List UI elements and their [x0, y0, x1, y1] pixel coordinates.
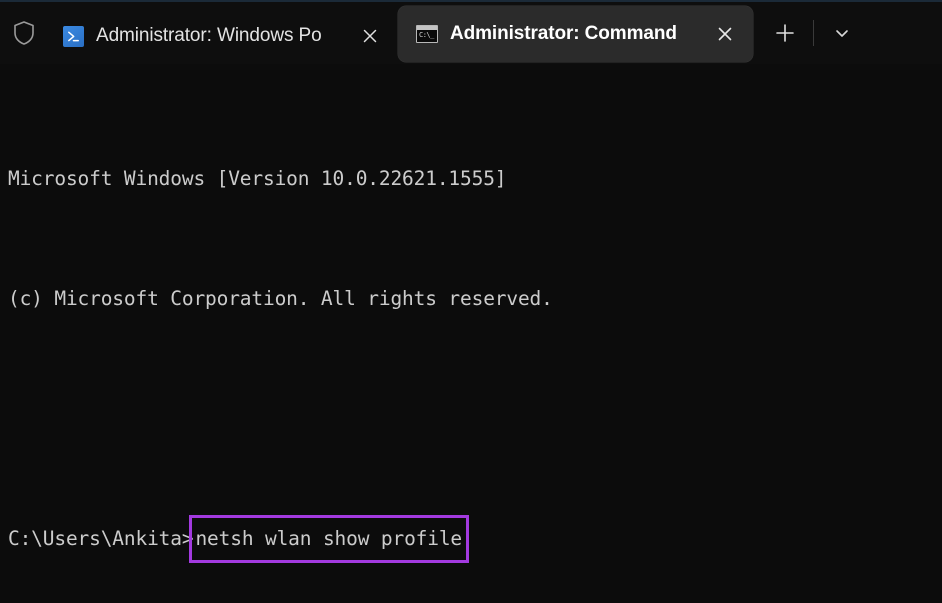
tab-close-button[interactable] — [707, 16, 743, 52]
terminal-window: Administrator: Windows Po C:\_ Administr… — [0, 0, 942, 603]
terminal-prompt-line: C:\Users\Ankita> netsh wlan show profile — [8, 515, 942, 563]
tab-bar-actions — [763, 2, 864, 64]
tab-administrator-windows-powershell[interactable]: Administrator: Windows Po — [48, 8, 398, 64]
highlighted-command: netsh wlan show profile — [189, 515, 470, 563]
tab-administrator-command-prompt[interactable]: C:\_ Administrator: Command — [398, 6, 753, 62]
tab-bar: Administrator: Windows Po C:\_ Administr… — [0, 2, 942, 64]
terminal-line-version: Microsoft Windows [Version 10.0.22621.15… — [8, 167, 507, 190]
tab-title: Administrator: Windows Po — [96, 25, 322, 46]
command-prompt-icon: C:\_ — [416, 23, 438, 45]
tab-title: Administrator: Command — [450, 23, 677, 44]
admin-shield-icon — [0, 2, 48, 64]
plus-icon — [776, 24, 794, 42]
prompt-path: C:\Users\Ankita> — [8, 527, 194, 550]
chevron-down-icon — [836, 30, 848, 37]
action-divider — [813, 20, 814, 46]
tab-dropdown-button[interactable] — [820, 11, 864, 55]
tab-close-button[interactable] — [352, 18, 388, 54]
powershell-icon — [62, 25, 84, 47]
terminal-output-area[interactable]: Microsoft Windows [Version 10.0.22621.15… — [0, 64, 942, 603]
terminal-line-copyright: (c) Microsoft Corporation. All rights re… — [8, 287, 553, 310]
new-tab-button[interactable] — [763, 11, 807, 55]
